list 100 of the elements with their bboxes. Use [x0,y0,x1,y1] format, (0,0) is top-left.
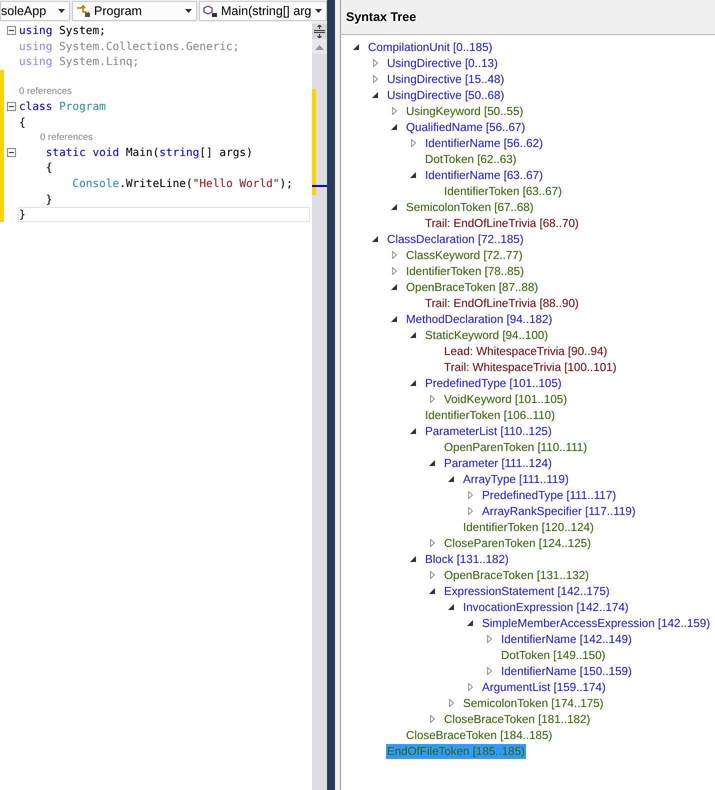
tree-item[interactable]: InvocationExpression [142..174) [462,600,630,614]
expanded-arrow-icon[interactable] [372,92,378,98]
expanded-arrow-icon[interactable] [372,236,378,242]
collapse-icon[interactable] [6,102,16,112]
tree-item[interactable]: ArrayType [111..119) [462,472,570,486]
code-token: System; [58,24,106,38]
collapsed-arrow-icon[interactable] [430,571,434,579]
tree-item[interactable]: DotToken [149..150) [500,648,606,662]
collapse-icon[interactable] [6,148,16,157]
code-token: static [44,146,87,159]
code-editor[interactable]: using System; using System.Collections.Generic; using System.Linq; 0 references class Program { 0 references static void Main(string[] args) { Console.WriteLine("Hello World"); } } [0,22,312,790]
tree-item[interactable]: ParameterList [110..125) [424,424,553,438]
tree-item[interactable]: SemicolonToken [174..175) [462,696,604,710]
expanded-arrow-icon[interactable] [353,44,359,50]
tree-item[interactable]: IdentifierName [142..149) [500,632,633,646]
collapsed-arrow-icon[interactable] [372,75,378,83]
tree-item[interactable]: ClassKeyword [72..77) [405,248,524,262]
dropdown[interactable]: Program [72,1,197,21]
tree-item[interactable]: IdentifierName [63..67) [424,168,544,182]
expanded-arrow-icon[interactable] [391,316,397,322]
reference-count[interactable]: 0 references [40,132,93,143]
tree-item[interactable]: VoidKeyword [101..105) [443,392,568,406]
tree-item[interactable]: OpenBraceToken [87..88) [405,280,540,294]
tree-item[interactable]: MethodDeclaration [94..182) [405,312,554,326]
tree-item[interactable]: CompilationUnit [0..185) [367,40,494,54]
tree-item[interactable]: IdentifierToken [120..124) [462,520,595,534]
tree-item[interactable]: ArgumentList [159..174) [481,680,607,694]
tree-item[interactable]: IdentifierToken [106..110) [424,408,556,422]
expanded-arrow-icon[interactable] [429,588,435,594]
expanded-arrow-icon[interactable] [410,428,416,434]
tree-item[interactable]: CloseBraceToken [184..185) [405,728,554,742]
expanded-arrow-icon[interactable] [448,476,454,482]
split-icon[interactable] [312,24,327,39]
code-token: } [19,208,26,222]
code-token: .WriteLine( [119,176,193,190]
expanded-arrow-icon[interactable] [391,124,397,130]
scrollbar[interactable] [312,22,327,790]
expanded-arrow-icon[interactable] [429,460,435,466]
collapsed-arrow-icon[interactable] [392,267,396,275]
tree-item[interactable]: UsingDirective [15..48) [386,72,506,86]
tree-item[interactable]: OpenParenToken [110..111) [443,440,588,454]
tree-item[interactable]: IdentifierName [56..62) [424,136,544,150]
code-token: { [44,161,52,174]
expanded-arrow-icon[interactable] [410,172,416,178]
collapsed-arrow-icon[interactable] [392,251,396,259]
panel-title: Syntax Tree [346,10,416,24]
expanded-arrow-icon[interactable] [448,604,454,610]
dropdown[interactable]: Main(string[] arg [199,1,327,21]
tree-item[interactable]: OpenBraceToken [131..132) [443,568,590,582]
collapsed-arrow-icon[interactable] [468,507,472,515]
caret-icon [58,9,65,13]
tree-item[interactable]: CloseBraceToken [181..182) [443,712,592,726]
tree-item[interactable]: PredefinedType [111..117) [481,488,618,502]
tree-item[interactable]: QualifiedName [56..67) [405,120,526,134]
collapsed-arrow-icon[interactable] [486,667,492,675]
collapsed-arrow-icon[interactable] [468,491,472,499]
tree-item[interactable]: UsingDirective [0..13) [386,56,499,70]
tree-item[interactable]: SemicolonToken [67..68) [405,200,535,214]
expanded-arrow-icon[interactable] [410,380,416,386]
tree-item[interactable]: PredefinedType [101..105) [424,376,563,390]
expanded-arrow-icon[interactable] [467,620,473,626]
code-token: using [19,40,52,53]
collapse-icon[interactable] [6,26,16,36]
collapsed-arrow-icon[interactable] [486,635,492,643]
code-token: "Hello World" [192,176,280,190]
collapsed-arrow-icon[interactable] [410,139,416,147]
expanded-arrow-icon[interactable] [391,204,397,210]
dropdown[interactable]: soleApp [0,1,70,21]
collapsed-arrow-icon[interactable] [430,715,434,723]
tree-item[interactable]: UsingKeyword [50..55) [405,104,524,118]
tree-item[interactable]: ArrayRankSpecifier [117..119) [481,504,637,518]
collapsed-arrow-icon[interactable] [372,59,378,67]
tree-item[interactable]: Trail: EndOfLineTrivia [88..90) [424,296,580,310]
expanded-arrow-icon[interactable] [410,332,416,338]
collapsed-arrow-icon[interactable] [392,107,396,115]
expanded-arrow-icon[interactable] [410,556,416,562]
expanded-arrow-icon[interactable] [391,284,397,290]
tree-item[interactable]: UsingDirective [50..68) [386,88,506,102]
tree-item[interactable]: SimpleMemberAccessExpression [142..159) [481,616,712,630]
tree-item[interactable]: ClassDeclaration [72..185) [386,232,525,246]
collapsed-arrow-icon[interactable] [468,683,472,691]
tree-item[interactable]: IdentifierName [150..159) [500,664,633,678]
collapsed-arrow-icon[interactable] [448,699,454,707]
tree-item[interactable]: StaticKeyword [94..100) [424,328,550,342]
tree-item[interactable]: CloseParenToken [124..125) [443,536,592,550]
code-token: Console [71,176,120,190]
tree-item[interactable]: IdentifierToken [78..85) [405,264,525,278]
tree-item[interactable]: Trail: EndOfLineTrivia [68..70) [424,216,580,230]
collapsed-arrow-icon[interactable] [430,539,434,547]
collapsed-arrow-icon[interactable] [430,395,434,403]
caret-icon [185,9,192,13]
tree-item[interactable]: Lead: WhitespaceTrivia [90..94) [443,344,608,358]
tree-item[interactable]: Block [131..182) [424,552,510,566]
code-token: class [19,100,54,114]
tree-item[interactable]: Trail: WhitespaceTrivia [100..101) [443,360,618,374]
tree-item[interactable]: IdentifierToken [63..67) [443,184,563,198]
tree-item[interactable]: DotToken [62..63) [424,152,518,166]
code-token: [] args) [199,146,253,159]
tree-item[interactable]: ExpressionStatement [142..175) [443,584,611,598]
tree-item[interactable]: Parameter [111..124) [443,456,553,470]
